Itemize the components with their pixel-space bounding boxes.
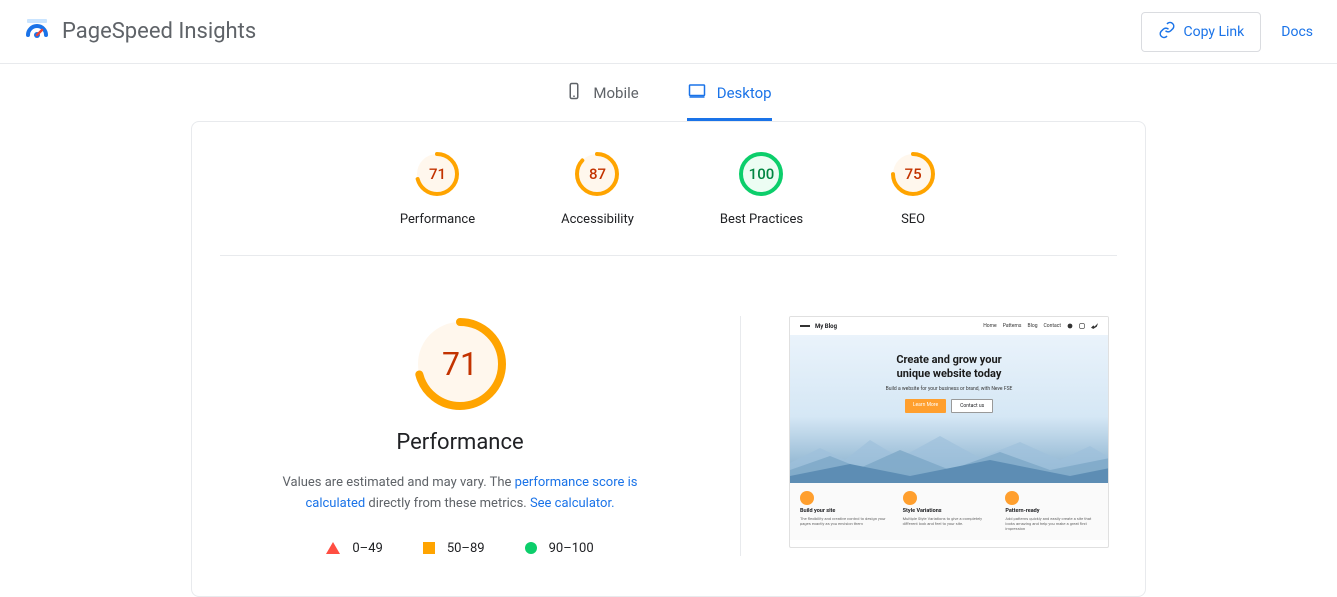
hero-btn-primary: Learn More (905, 399, 946, 413)
hero-line: unique website today (897, 367, 1002, 380)
brand: PageSpeed Insights (24, 17, 256, 47)
nav-item: Home (983, 323, 996, 329)
feature-icon (800, 491, 814, 505)
col-desc: Multiple Style Variations to give a comp… (903, 516, 996, 526)
see-calculator-link[interactable]: See calculator. (530, 496, 615, 511)
detail-description: Values are estimated and may vary. The p… (260, 473, 660, 515)
instagram-icon (1079, 323, 1085, 329)
performance-detail-left: 71 Performance Values are estimated and … (220, 316, 700, 556)
gauge-label: Best Practices (720, 212, 803, 227)
col-desc: The flexibility and creative control to … (800, 516, 893, 526)
copy-link-label: Copy Link (1184, 24, 1245, 40)
square-icon (423, 542, 435, 554)
circle-icon (525, 542, 537, 554)
vertical-divider (740, 316, 741, 556)
gauge-seo: 75 (889, 150, 937, 198)
device-tabs: Mobile Desktop (0, 64, 1337, 121)
screenshot-nav: Home Patterns Blog Contact (983, 323, 1098, 329)
performance-detail: 71 Performance Values are estimated and … (220, 256, 1117, 556)
gauge-value: 75 (889, 150, 937, 198)
nav-item: Contact (1044, 323, 1061, 329)
detail-title: Performance (396, 430, 523, 455)
gauge-accessibility: 87 (573, 150, 621, 198)
triangle-icon (326, 542, 340, 554)
screenshot-col: Style Variations Multiple Style Variatio… (903, 491, 996, 532)
screenshot-columns: Build your site The flexibility and crea… (790, 483, 1108, 540)
screenshot-site-title: My Blog (815, 323, 837, 330)
legend-bad: 0–49 (326, 541, 382, 556)
mobile-icon (565, 82, 583, 104)
hero-heading: Create and grow your unique website toda… (896, 353, 1001, 381)
big-gauge-value: 71 (412, 316, 508, 412)
legend-good: 90–100 (525, 541, 594, 556)
col-title: Style Variations (903, 508, 996, 514)
tab-mobile[interactable]: Mobile (565, 82, 638, 121)
desktop-icon (687, 82, 707, 104)
nav-item: Blog (1028, 323, 1038, 329)
score-accessibility[interactable]: 87 Accessibility (561, 150, 634, 227)
mountains-graphic (790, 428, 1109, 483)
legend-avg: 50–89 (423, 541, 485, 556)
col-title: Build your site (800, 508, 893, 514)
performance-detail-right: My Blog Home Patterns Blog Contact Crea (781, 316, 1117, 556)
desc-text: Values are estimated and may vary. The (283, 475, 515, 490)
nav-item: Patterns (1003, 323, 1022, 329)
legend-bad-label: 0–49 (352, 541, 382, 556)
big-gauge: 71 (412, 316, 508, 412)
gauge-value: 100 (737, 150, 785, 198)
gauge-label: Performance (400, 212, 475, 227)
score-legend: 0–49 50–89 90–100 (326, 541, 593, 556)
gauge-label: SEO (901, 212, 925, 227)
screenshot-col: Pattern-ready Add patterns quickly and e… (1005, 491, 1098, 532)
page-title: PageSpeed Insights (62, 19, 256, 44)
copy-link-button[interactable]: Copy Link (1141, 12, 1262, 52)
col-desc: Add patterns quickly and easily create a… (1005, 516, 1098, 532)
score-summary-row: 71 Performance 87 Accessibility 100 (220, 150, 1117, 256)
header: PageSpeed Insights Copy Link Docs (0, 0, 1337, 64)
page-screenshot: My Blog Home Patterns Blog Contact Crea (789, 316, 1109, 548)
feature-icon (903, 491, 917, 505)
docs-link[interactable]: Docs (1281, 24, 1313, 40)
tab-desktop[interactable]: Desktop (687, 82, 772, 121)
gauge-performance: 71 (413, 150, 461, 198)
link-icon (1158, 21, 1176, 43)
hero-btn-secondary: Contact us (951, 399, 993, 413)
gauge-value: 71 (413, 150, 461, 198)
gauge-value: 87 (573, 150, 621, 198)
results-card: 71 Performance 87 Accessibility 100 (191, 121, 1146, 597)
legend-avg-label: 50–89 (447, 541, 485, 556)
hero-buttons: Learn More Contact us (905, 399, 993, 413)
tab-mobile-label: Mobile (593, 84, 638, 102)
pagespeed-logo-icon (24, 17, 50, 47)
col-title: Pattern-ready (1005, 508, 1098, 514)
tab-desktop-label: Desktop (717, 84, 772, 102)
screenshot-hero: Create and grow your unique website toda… (790, 335, 1108, 483)
hero-sub: Build a website for your business or bra… (886, 386, 1013, 392)
score-seo[interactable]: 75 SEO (889, 150, 937, 227)
score-best-practices[interactable]: 100 Best Practices (720, 150, 803, 227)
gauge-best-practices: 100 (737, 150, 785, 198)
screenshot-col: Build your site The flexibility and crea… (800, 491, 893, 532)
screenshot-header: My Blog Home Patterns Blog Contact (790, 317, 1108, 335)
twitter-icon (1091, 323, 1098, 329)
hero-line: Create and grow your (896, 353, 1001, 366)
desc-text: directly from these metrics. (365, 496, 530, 511)
header-actions: Copy Link Docs (1141, 12, 1314, 52)
legend-good-label: 90–100 (549, 541, 594, 556)
score-performance[interactable]: 71 Performance (400, 150, 475, 227)
menu-icon (800, 325, 810, 327)
feature-icon (1005, 491, 1019, 505)
facebook-icon (1067, 323, 1073, 329)
gauge-label: Accessibility (561, 212, 634, 227)
